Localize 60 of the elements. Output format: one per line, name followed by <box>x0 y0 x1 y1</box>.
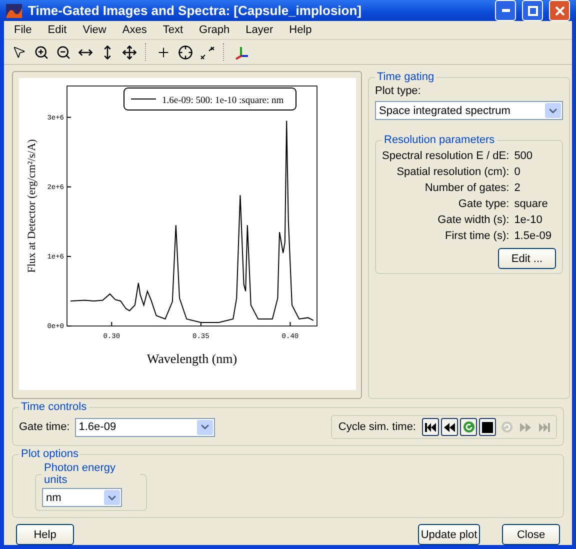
menu-item[interactable]: Layer <box>238 24 282 36</box>
move-icon[interactable] <box>120 43 138 61</box>
menu-item[interactable]: Help <box>281 24 320 36</box>
legend-line-sample <box>130 98 156 100</box>
refresh-icon <box>462 421 474 433</box>
minimize-icon <box>502 9 510 12</box>
legend-label: 1.6e-09: 500: 1e-10 :square: nm <box>162 96 284 106</box>
window-title: Time-Gated Images and Spectra: [Capsule_implosion] <box>28 3 363 18</box>
skip-forward-icon <box>539 422 550 432</box>
close-dialog-button[interactable]: Close <box>502 524 560 545</box>
y-axis-label: Flux at Detector (erg/cm²/s/A) <box>26 139 38 273</box>
parameter-value: 0 <box>514 166 522 178</box>
help-button[interactable]: Help <box>16 524 74 545</box>
close-icon <box>554 6 564 16</box>
field-label: Plot type: <box>375 85 421 97</box>
group-title: Photon energy units <box>43 462 117 486</box>
menu-item[interactable]: Graph <box>191 24 238 36</box>
parameter-value: 2 <box>514 182 522 194</box>
units-dropdown[interactable]: nm <box>42 488 122 507</box>
step-icon <box>500 421 512 433</box>
menu-item[interactable]: Edit <box>40 24 75 36</box>
parameter-label: First time (s): <box>444 230 510 242</box>
fast-forward-icon <box>520 422 531 432</box>
parameter-value: 1e-10 <box>514 214 544 226</box>
group-title: Plot options <box>20 448 80 460</box>
menu-item[interactable]: Axes <box>114 24 155 36</box>
parameter-label: Gate type: <box>457 198 510 210</box>
edit-button[interactable]: Edit ... <box>498 248 556 269</box>
app-icon <box>6 4 22 18</box>
group-title: Time gating <box>376 71 436 83</box>
cycle-button[interactable] <box>441 418 458 436</box>
skip-back-icon <box>425 422 436 432</box>
maximize-icon <box>528 6 538 16</box>
stop-icon <box>482 422 493 432</box>
rewind-icon <box>444 422 455 432</box>
maximize-button[interactable] <box>522 0 543 21</box>
menu-item[interactable]: Text <box>154 24 192 36</box>
cycle-button[interactable] <box>479 418 496 436</box>
target-icon[interactable] <box>176 43 194 61</box>
cycle-button[interactable] <box>460 418 477 436</box>
menu-item[interactable]: File <box>6 24 40 36</box>
update-plot-button[interactable]: Update plot <box>418 524 480 545</box>
gate-time-dropdown[interactable]: 1.6e-09 <box>74 418 215 436</box>
close-button[interactable] <box>549 0 570 21</box>
cycle-label: Cycle sim. time: <box>338 421 416 433</box>
parameter-label: Gate width (s): <box>436 214 510 226</box>
parameter-value: 1.5e-09 <box>514 230 552 242</box>
parameter-label: Spatial resolution (cm): <box>396 166 510 178</box>
x-axis-label: Wavelength (nm) <box>146 351 238 366</box>
parameter-value: 500 <box>514 150 534 162</box>
group-title: Time controls <box>20 401 88 413</box>
plot-type-dropdown[interactable]: Space integrated spectrum <box>375 101 563 120</box>
cycle-button[interactable] <box>422 418 439 436</box>
parameter-label: Number of gates: <box>424 182 510 194</box>
parameter-label: Spectral resolution E / dE: <box>382 150 510 162</box>
parameter-value: square <box>514 198 549 210</box>
minimize-button[interactable] <box>495 0 516 21</box>
field-label: Gate time: <box>19 421 70 433</box>
menu-item[interactable]: View <box>74 24 114 36</box>
group-title: Resolution parameters <box>383 134 496 146</box>
